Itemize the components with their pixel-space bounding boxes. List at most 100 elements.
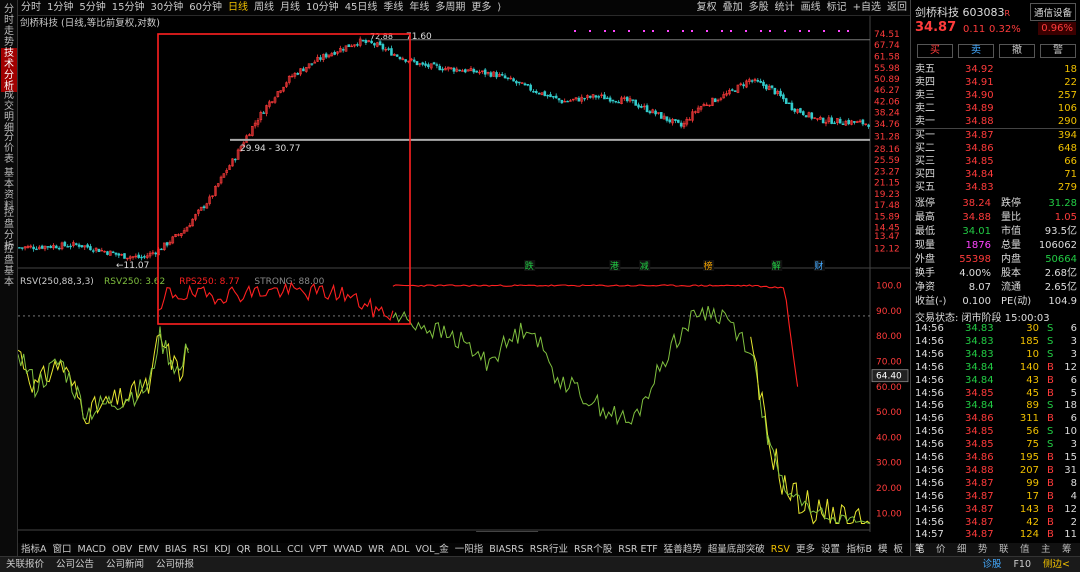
indicator-tab-21[interactable]: 猛善趋势 xyxy=(661,543,705,556)
timeframe-14[interactable]: 更多 xyxy=(468,0,494,15)
timeframe-9[interactable]: 10分钟 xyxy=(303,0,342,15)
price-y-tick: 67.74 xyxy=(874,41,900,51)
tool-4[interactable]: 画线 xyxy=(798,0,824,16)
candle-body xyxy=(370,40,373,44)
left-tab-6[interactable]: 控盘基本 xyxy=(1,244,17,288)
status-link-3[interactable]: 公司研报 xyxy=(150,557,200,572)
tool-0[interactable]: 复权 xyxy=(694,0,720,16)
indicator-tab-6[interactable]: RSI xyxy=(190,543,211,556)
tool-6[interactable]: +自选 xyxy=(850,0,884,16)
panel-tab-7[interactable]: 筹 xyxy=(1062,543,1072,556)
tool-5[interactable]: 标记 xyxy=(824,0,850,16)
tool-3[interactable]: 统计 xyxy=(772,0,798,16)
event-marker[interactable]: 港 xyxy=(610,260,619,272)
left-tab-4[interactable]: 基本资料 xyxy=(1,168,17,212)
bid-label: 买一 xyxy=(915,130,935,141)
event-marker[interactable]: 跌 xyxy=(525,261,534,272)
tool-1[interactable]: 叠加 xyxy=(720,0,746,16)
panel-tab-3[interactable]: 势 xyxy=(978,543,988,556)
timeframe-12[interactable]: 年线 xyxy=(406,0,432,15)
indicator-tab-11[interactable]: VPT xyxy=(306,543,330,556)
indicator-tab-16[interactable]: 一阳指 xyxy=(452,543,487,556)
indicator-tab-24[interactable]: 更多 xyxy=(793,543,818,556)
panel-tab-2[interactable]: 细 xyxy=(957,543,967,556)
quote-label: 内盘 xyxy=(1001,254,1021,265)
timeframe-2[interactable]: 5分钟 xyxy=(76,0,108,15)
indicator-tab-8[interactable]: QR xyxy=(234,543,254,556)
panel-tab-5[interactable]: 值 xyxy=(1020,543,1030,556)
status-link-1[interactable]: 公司公告 xyxy=(50,557,100,572)
status-right-1[interactable]: F10 xyxy=(1007,557,1037,572)
panel-tab-6[interactable]: 主 xyxy=(1041,543,1051,556)
timeframe-0[interactable]: 分时 xyxy=(18,0,44,15)
quote-label: 换手 xyxy=(915,268,935,279)
indicator-tab-19[interactable]: RSR个股 xyxy=(571,543,615,556)
left-tab-2[interactable]: 成交明细 xyxy=(1,90,17,134)
status-right-2[interactable]: 侧边< xyxy=(1037,557,1076,572)
timeframe-6[interactable]: 日线 xyxy=(225,0,251,15)
event-marker[interactable]: 财 xyxy=(814,260,823,272)
timeframe-15[interactable]: ⟩ xyxy=(494,0,504,15)
status-right-0[interactable]: 诊股 xyxy=(976,557,1007,572)
event-marker[interactable]: 解 xyxy=(772,260,781,272)
indicator-tab-9[interactable]: BOLL xyxy=(254,543,284,556)
indicator-tab-13[interactable]: WR xyxy=(365,543,387,556)
tick-count: 12 xyxy=(1064,503,1077,515)
indicator-right-tab-2[interactable]: 板 xyxy=(890,543,906,556)
indicator-tab-4[interactable]: EMV xyxy=(135,543,162,556)
left-tab-1[interactable]: 技术分析 xyxy=(1,48,17,92)
timeframe-10[interactable]: 45日线 xyxy=(342,0,381,15)
chart-area[interactable]: 剑桥科技 (日线,等比前复权,对数)74.5167.7461.5855.9850… xyxy=(18,16,910,532)
tick-volume: 56 xyxy=(1026,426,1039,438)
candle-body xyxy=(20,247,24,249)
status-link-0[interactable]: 关联报价 xyxy=(0,557,50,572)
panel-tab-1[interactable]: 价 xyxy=(936,543,946,556)
quote-row-2: 最低 34.01 市值 93.5亿 xyxy=(911,225,1080,238)
action-button-1[interactable]: 卖 xyxy=(958,44,994,58)
timeframe-1[interactable]: 1分钟 xyxy=(44,0,76,15)
indicator-tab-2[interactable]: MACD xyxy=(75,543,109,556)
timeframe-3[interactable]: 15分钟 xyxy=(109,0,148,15)
left-tab-3[interactable]: 分价表 xyxy=(1,132,17,165)
timeframe-7[interactable]: 周线 xyxy=(251,0,277,15)
indicator-tab-15[interactable]: VOL_金 xyxy=(412,543,451,556)
indicator-tab-5[interactable]: BIAS xyxy=(162,543,190,556)
timeframe-8[interactable]: 月线 xyxy=(277,0,303,15)
indicator-tab-23[interactable]: RSV xyxy=(768,543,793,556)
quote-label: 外盘 xyxy=(915,254,935,265)
indicator-tab-3[interactable]: OBV xyxy=(109,543,135,556)
action-button-2[interactable]: 撤 xyxy=(999,44,1035,58)
indicator-tab-17[interactable]: BIASRS xyxy=(486,543,526,556)
action-button-3[interactable]: 警 xyxy=(1040,44,1076,58)
event-marker[interactable]: 减 xyxy=(640,260,649,272)
panel-tab-0[interactable]: 笔 xyxy=(915,543,925,556)
left-tab-0[interactable]: 分时走势 xyxy=(1,4,17,48)
tool-7[interactable]: 返回 xyxy=(884,0,910,16)
indicator-right-tab-0[interactable]: 指标B xyxy=(843,543,875,556)
indicator-tab-12[interactable]: WVAD xyxy=(330,543,365,556)
timeframe-11[interactable]: 季线 xyxy=(380,0,406,15)
timeframe-13[interactable]: 多周期 xyxy=(432,0,468,15)
indicator-tab-7[interactable]: KDJ xyxy=(211,543,233,556)
indicator-tab-20[interactable]: RSR ETF xyxy=(615,543,661,556)
indicator-tab-25[interactable]: 设置 xyxy=(818,543,843,556)
indicator-tab-0[interactable]: 指标A xyxy=(18,543,50,556)
candle-body xyxy=(645,105,649,113)
indicator-tab-1[interactable]: 窗口 xyxy=(50,543,75,556)
panel-tab-4[interactable]: 联 xyxy=(999,543,1009,556)
timeframe-4[interactable]: 30分钟 xyxy=(147,0,186,15)
industry-tag[interactable]: 通信设备 xyxy=(1029,3,1076,21)
price-chart-title: 剑桥科技 (日线,等比前复权,对数) xyxy=(20,17,160,29)
quote-label: 涨停 xyxy=(915,198,935,209)
action-button-0[interactable]: 买 xyxy=(917,44,953,58)
event-marker[interactable]: 榜 xyxy=(704,260,713,272)
indicator-tab-14[interactable]: ADL xyxy=(387,543,412,556)
timeframe-5[interactable]: 60分钟 xyxy=(186,0,225,15)
price-y-tick: 19.23 xyxy=(874,190,900,200)
indicator-tab-10[interactable]: CCI xyxy=(284,543,306,556)
indicator-tab-22[interactable]: 超量底部突破 xyxy=(705,543,768,556)
indicator-tab-18[interactable]: RSR行业 xyxy=(527,543,571,556)
status-link-2[interactable]: 公司新闻 xyxy=(100,557,150,572)
indicator-right-tab-1[interactable]: 模 xyxy=(875,543,891,556)
tool-2[interactable]: 多股 xyxy=(746,0,772,16)
